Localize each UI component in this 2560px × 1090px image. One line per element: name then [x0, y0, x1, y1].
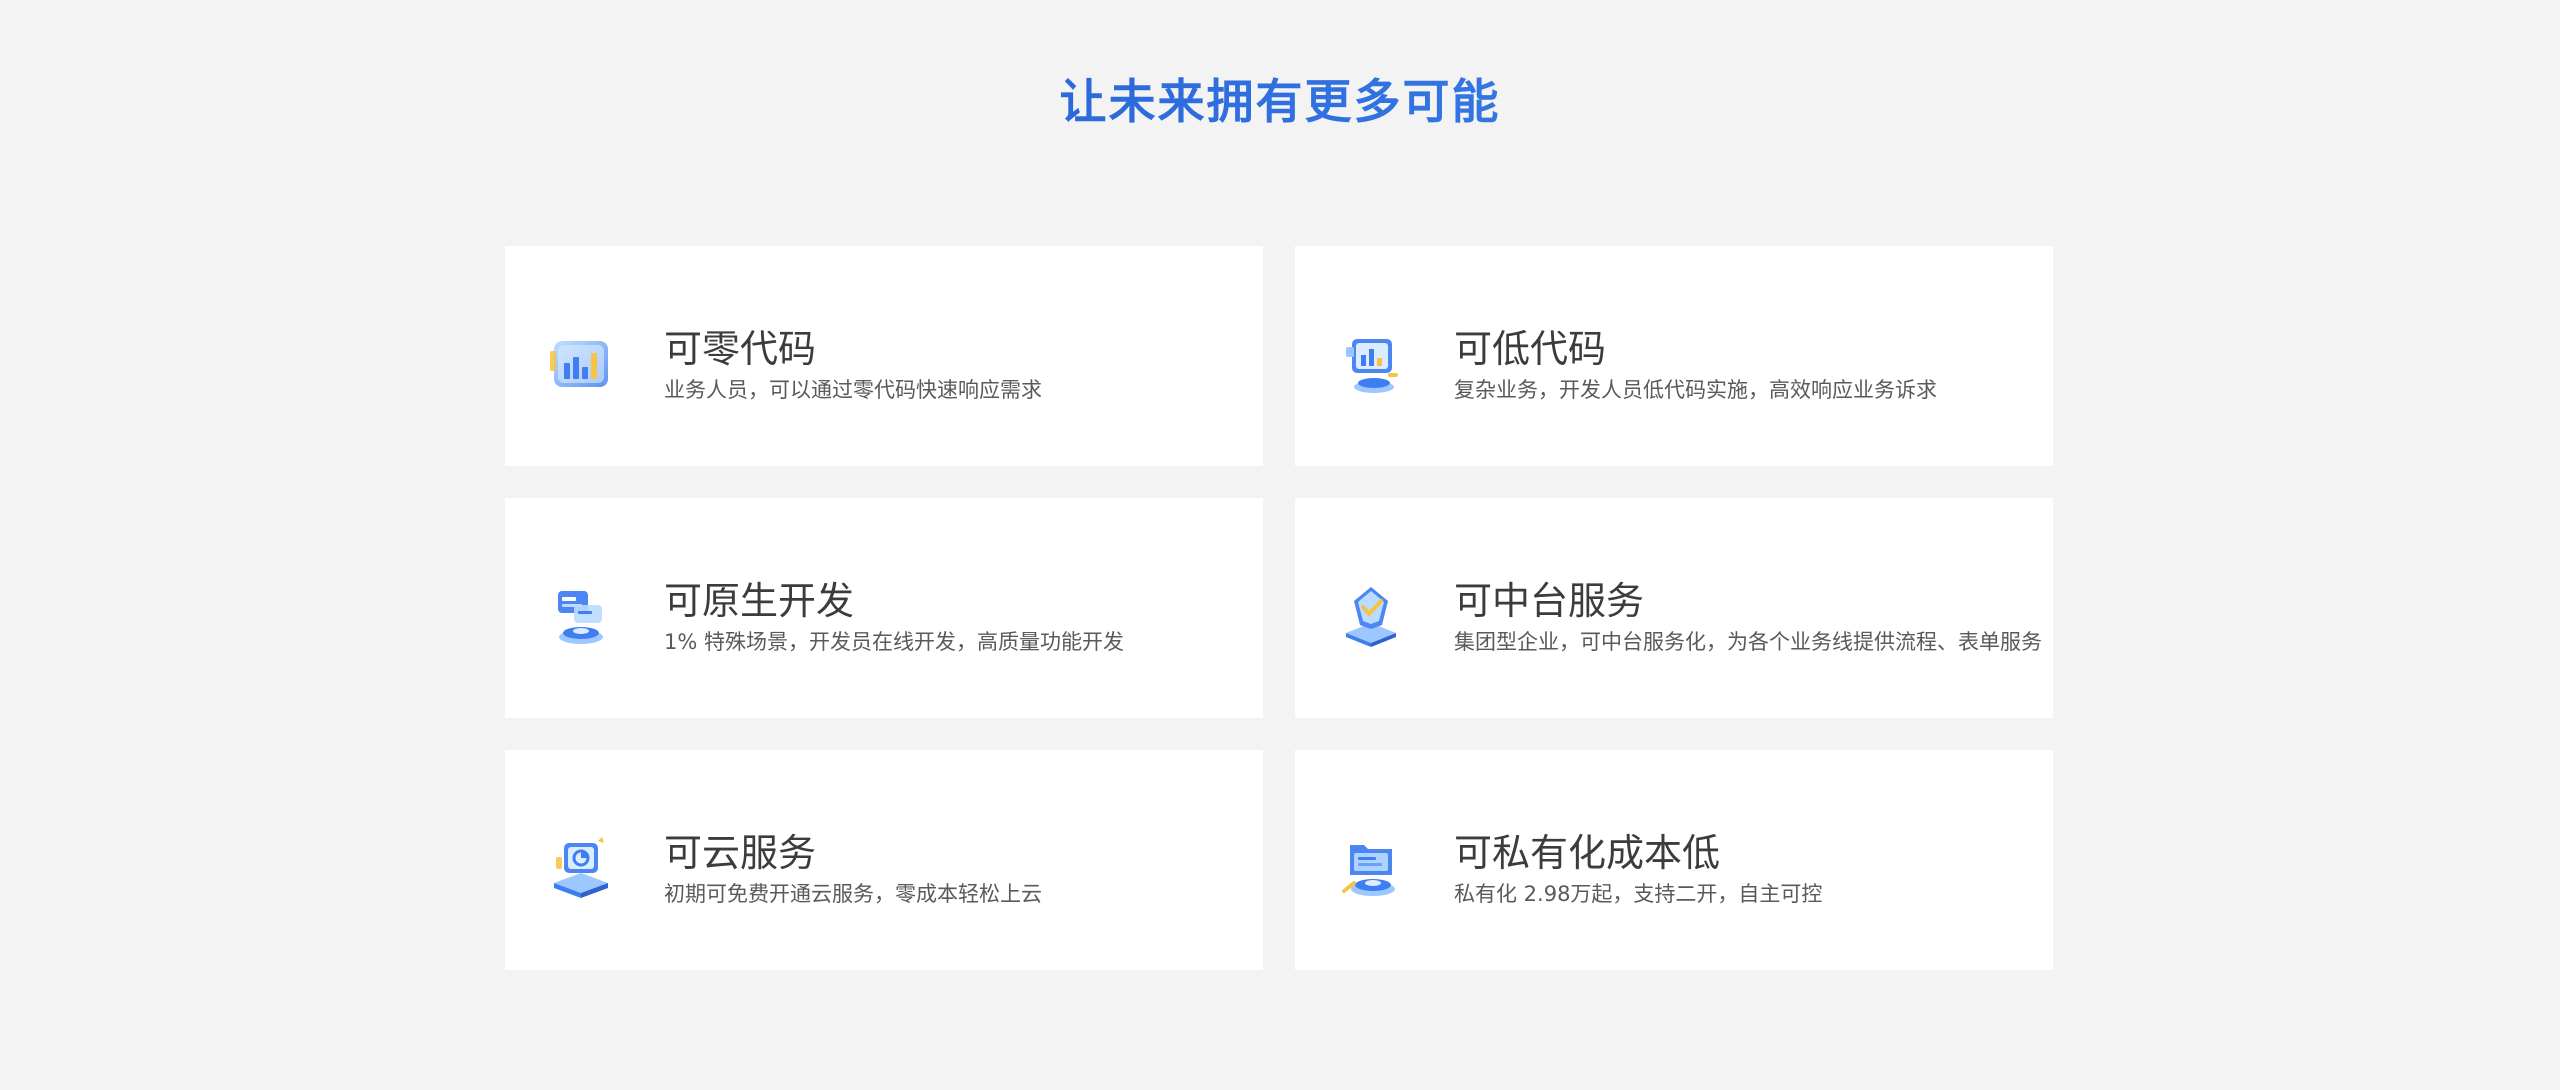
feature-card-low-code: 可低代码 复杂业务，开发人员低代码实施，高效响应业务诉求	[1295, 246, 2053, 466]
card-title: 可原生开发	[664, 579, 855, 623]
card-title: 可低代码	[1454, 327, 1607, 371]
card-title: 可零代码	[664, 327, 817, 371]
card-description: 集团型企业，可中台服务化，为各个业务线提供流程、表单服务	[1454, 630, 2042, 654]
card-description: 复杂业务，开发人员低代码实施，高效响应业务诉求	[1454, 378, 1937, 402]
card-description: 业务人员，可以通过零代码快速响应需求	[664, 378, 1042, 402]
card-description: 私有化 2.98万起，支持二开，自主可控	[1454, 882, 1823, 906]
code-stack-icon	[546, 581, 616, 651]
dashboard-monitor-icon	[1336, 329, 1406, 399]
card-description: 1% 特殊场景，开发员在线开发，高质量功能开发	[664, 630, 1124, 654]
bar-chart-icon	[546, 329, 616, 399]
page: 让未来拥有更多可能 可零代码 业务人员，可以通过零代码快速响应需求 可低代码 复…	[0, 0, 2560, 1090]
feature-card-cloud-service: 可云服务 初期可免费开通云服务，零成本轻松上云	[505, 750, 1263, 970]
folder-stack-icon	[1336, 833, 1406, 903]
shield-check-icon	[1336, 581, 1406, 651]
card-description: 初期可免费开通云服务，零成本轻松上云	[664, 882, 1042, 906]
feature-card-native-dev: 可原生开发 1% 特殊场景，开发员在线开发，高质量功能开发	[505, 498, 1263, 718]
cloud-screen-icon	[546, 833, 616, 903]
section-heading: 让未来拥有更多可能	[0, 70, 2560, 136]
card-title: 可私有化成本低	[1454, 831, 1721, 875]
feature-card-zero-code: 可零代码 业务人员，可以通过零代码快速响应需求	[505, 246, 1263, 466]
feature-grid: 可零代码 业务人员，可以通过零代码快速响应需求 可低代码 复杂业务，开发人员低代…	[505, 246, 2055, 970]
card-title: 可中台服务	[1454, 579, 1645, 623]
feature-card-middle-platform: 可中台服务 集团型企业，可中台服务化，为各个业务线提供流程、表单服务	[1295, 498, 2053, 718]
feature-card-private-deploy: 可私有化成本低 私有化 2.98万起，支持二开，自主可控	[1295, 750, 2053, 970]
card-title: 可云服务	[664, 831, 817, 875]
